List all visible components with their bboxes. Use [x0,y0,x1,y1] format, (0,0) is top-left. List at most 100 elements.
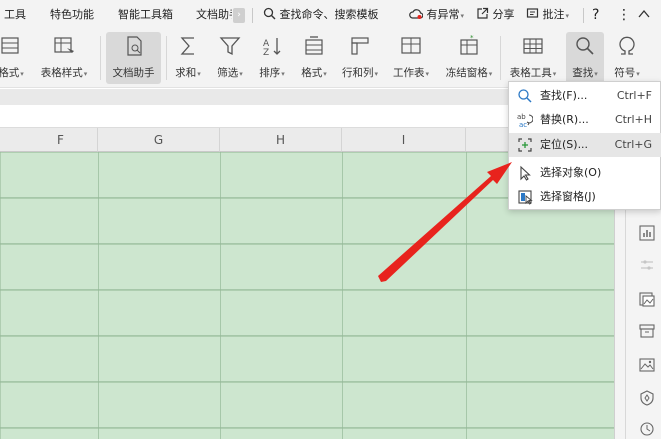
freeze-panes-icon: * [456,34,482,58]
sum-button[interactable]: 求和▾ [170,32,206,84]
menu-item-select-objects[interactable]: 选择对象(O) [509,161,661,185]
sum-icon [175,34,201,58]
rows-columns-label: 行和列 [341,67,374,79]
format-icon [301,34,327,58]
replace-icon: ab ac [517,112,533,128]
menu-tools[interactable]: 工具 [4,0,26,30]
table-tools-button[interactable]: 表格工具▾ [503,32,563,84]
search-icon [263,7,276,20]
help-icon[interactable]: ? [592,0,599,30]
ribbon-divider [100,36,101,80]
table-tools-label: 表格工具 [509,67,552,79]
menu-bar: 工具 特色功能 智能工具箱 文档助手 › 查找命令、搜索模板 有异常▾ 分享 批… [0,0,661,30]
selection-pane-icon [517,189,533,205]
comment-button[interactable]: 批注▾ [526,0,569,30]
rows-columns-icon [347,34,373,58]
archive-icon[interactable] [638,322,656,340]
menu-item-locate-shortcut: Ctrl+G [614,138,652,151]
comment-icon [526,8,539,18]
table-style-label: 表格样式 [40,67,83,79]
menu-scroll-right-icon[interactable]: › [233,8,245,23]
menu-divider [583,8,584,23]
ribbon-divider [500,36,501,80]
rows-columns-button[interactable]: 行和列▾ [337,32,383,84]
menu-doc-assistant[interactable]: 文档助手 [196,0,232,30]
format-label: 格式 [301,67,323,79]
grid-line [0,381,614,382]
grid-line [0,427,614,428]
worksheet-icon [398,34,424,58]
locate-icon [517,137,533,153]
menu-item-locate[interactable]: 定位(S)... Ctrl+G [509,133,661,157]
anomaly-label: 有异常 [426,8,460,21]
image-icon[interactable] [638,356,656,374]
menu-item-replace[interactable]: ab ac 替换(R)... Ctrl+H [509,108,661,132]
format-button[interactable]: 格式▾ [296,32,332,84]
share-icon [477,7,489,19]
document-assistant-icon [121,34,147,58]
command-search-label: 查找命令、搜索模板 [279,8,379,21]
menu-item-locate-label: 定位(S)... [540,138,589,151]
symbol-icon [614,34,640,58]
menu-item-find-label: 查找(F)... [540,89,588,102]
column-header-f[interactable]: F [0,128,98,152]
document-assistant-label: 文档助手 [112,67,155,79]
grid-line [0,335,614,336]
worksheet-button[interactable]: 工作表▾ [388,32,434,84]
comment-label: 批注 [542,8,565,21]
cell-format-label: 格式 [0,67,20,79]
svg-text:Z: Z [263,48,269,58]
menu-divider [252,8,253,23]
formula-bar-input[interactable] [0,89,512,105]
document-assistant-button[interactable]: 文档助手 [106,32,161,84]
column-header-i[interactable]: I [342,128,466,152]
cell-format-icon [0,34,24,58]
sort-icon: AZ [259,34,285,58]
table-style-button[interactable]: 表格样式▾ [34,32,94,84]
menu-item-find-shortcut: Ctrl+F [616,89,652,102]
adjust-icon[interactable] [638,256,656,274]
cell-format-button[interactable]: 格式▾ [0,32,28,84]
column-header-g[interactable]: G [98,128,220,152]
search-icon [517,88,533,104]
history-icon[interactable] [638,420,656,438]
grid-line [98,152,99,439]
more-options-icon[interactable]: ⋮ [617,0,631,30]
menu-item-selection-pane-label: 选择窗格(J) [540,190,596,203]
sort-button[interactable]: AZ 排序▾ [254,32,290,84]
sum-label: 求和 [175,67,197,79]
share-label: 分享 [492,8,515,21]
menu-item-replace-label: 替换(R)... [540,113,589,126]
find-dropdown-menu: 查找(F)... Ctrl+F ab ac 替换(R)... Ctrl+H 定位(… [508,81,661,210]
svg-text:*: * [470,34,474,42]
menu-item-find[interactable]: 查找(F)... Ctrl+F [509,84,661,108]
menu-item-select-objects-label: 选择对象(O) [540,166,602,179]
anomaly-button[interactable]: 有异常▾ [409,0,464,30]
filter-icon [217,34,243,58]
freeze-panes-label: 冻结窗格 [445,67,488,79]
shield-icon[interactable] [638,389,656,407]
share-button[interactable]: 分享 [476,0,515,30]
menu-smart-toolbox[interactable]: 智能工具箱 [118,0,173,30]
menu-special-features[interactable]: 特色功能 [50,0,94,30]
menu-item-selection-pane[interactable]: 选择窗格(J) [509,185,661,209]
filter-button[interactable]: 筛选▾ [212,32,248,84]
collapse-ribbon-icon[interactable] [638,0,650,30]
find-button[interactable]: 查找▾ [566,32,604,84]
svg-text:ac: ac [519,121,527,128]
gallery-icon[interactable] [638,290,656,308]
ribbon-divider [166,36,167,80]
sort-label: 排序 [259,67,281,79]
menu-item-replace-shortcut: Ctrl+H [614,113,652,126]
grid-line [220,152,221,439]
symbol-label: 符号 [614,67,636,79]
table-tools-icon [520,34,546,58]
cursor-icon [517,165,533,181]
freeze-panes-button[interactable]: * 冻结窗格▾ [440,32,498,84]
command-search[interactable]: 查找命令、搜索模板 [263,0,379,30]
symbol-button[interactable]: 符号▾ [607,32,647,84]
chart-icon[interactable] [638,224,656,242]
column-header-h[interactable]: H [220,128,342,152]
cloud-icon [409,9,424,19]
grid-line [0,289,614,290]
